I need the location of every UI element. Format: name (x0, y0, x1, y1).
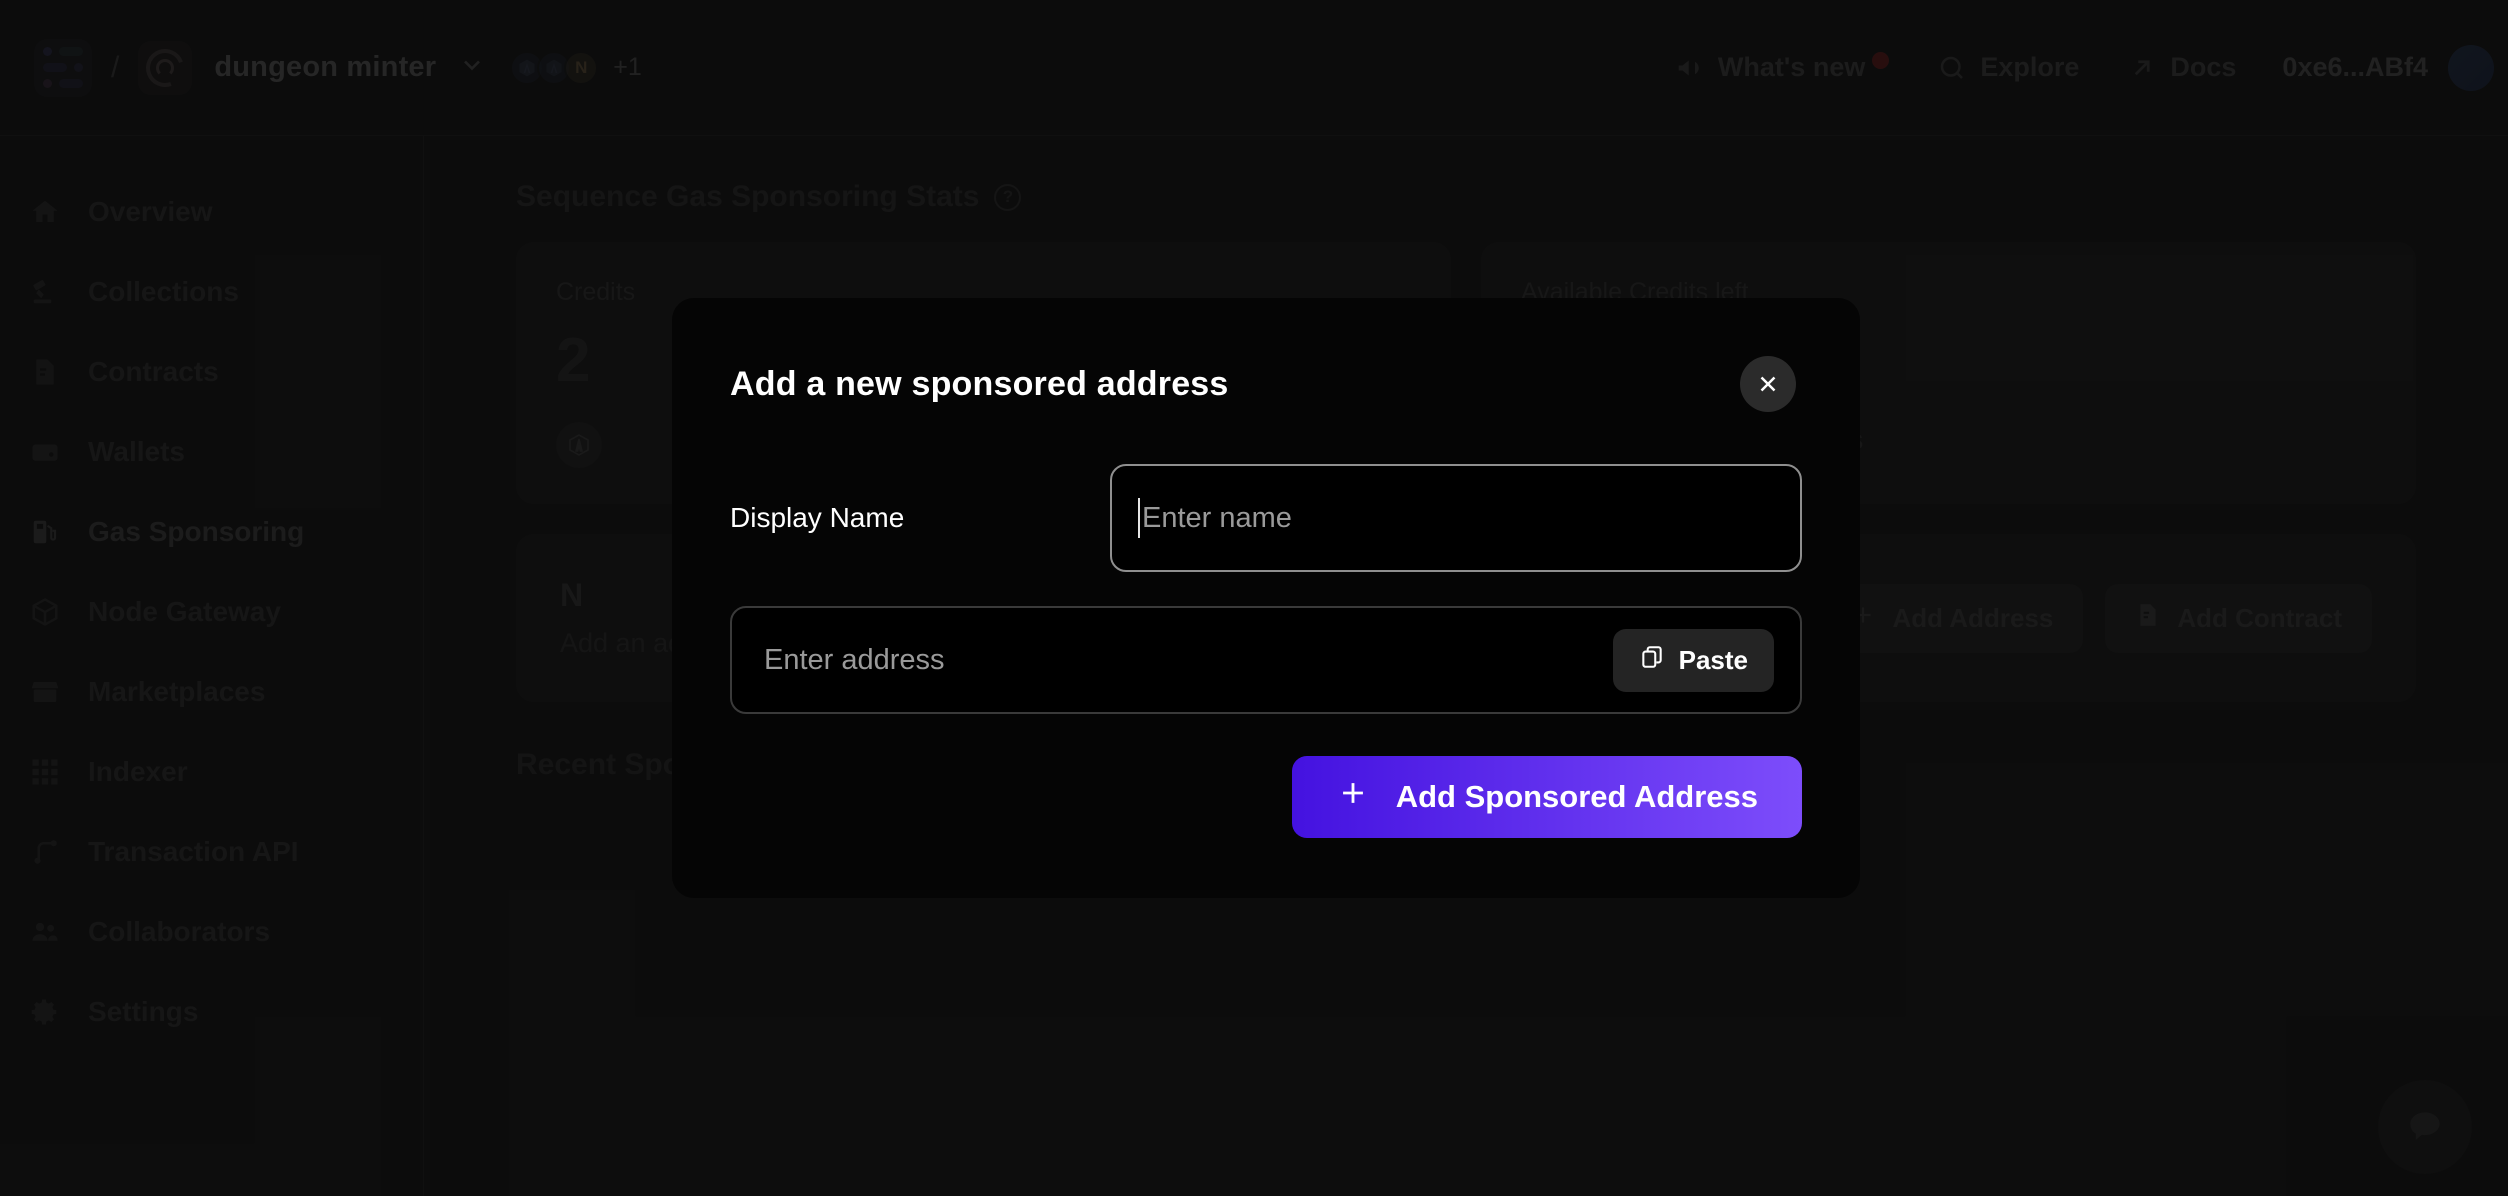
plus-icon (1336, 776, 1370, 818)
modal-header: Add a new sponsored address (730, 298, 1802, 412)
close-icon[interactable] (1740, 356, 1796, 412)
text-caret (1138, 498, 1140, 538)
address-placeholder: Enter address (764, 643, 945, 676)
modal-title: Add a new sponsored address (730, 364, 1229, 403)
modal-footer: Add Sponsored Address (730, 756, 1802, 838)
display-name-label: Display Name (730, 502, 905, 533)
paste-label: Paste (1678, 644, 1748, 675)
display-name-row: Display Name Enter name (730, 464, 1802, 572)
app-root: / dungeon minter N +1 (0, 0, 2508, 1196)
paste-button[interactable]: Paste (1612, 628, 1774, 692)
add-sponsored-address-button[interactable]: Add Sponsored Address (1291, 756, 1802, 838)
add-sponsored-address-modal: Add a new sponsored address Display Name… (672, 298, 1860, 898)
submit-label: Add Sponsored Address (1395, 779, 1758, 814)
display-name-input[interactable]: Enter name (1110, 464, 1802, 572)
display-name-placeholder: Enter name (1142, 501, 1292, 534)
address-input[interactable]: Enter address Paste (730, 606, 1802, 714)
copy-icon (1639, 644, 1665, 677)
